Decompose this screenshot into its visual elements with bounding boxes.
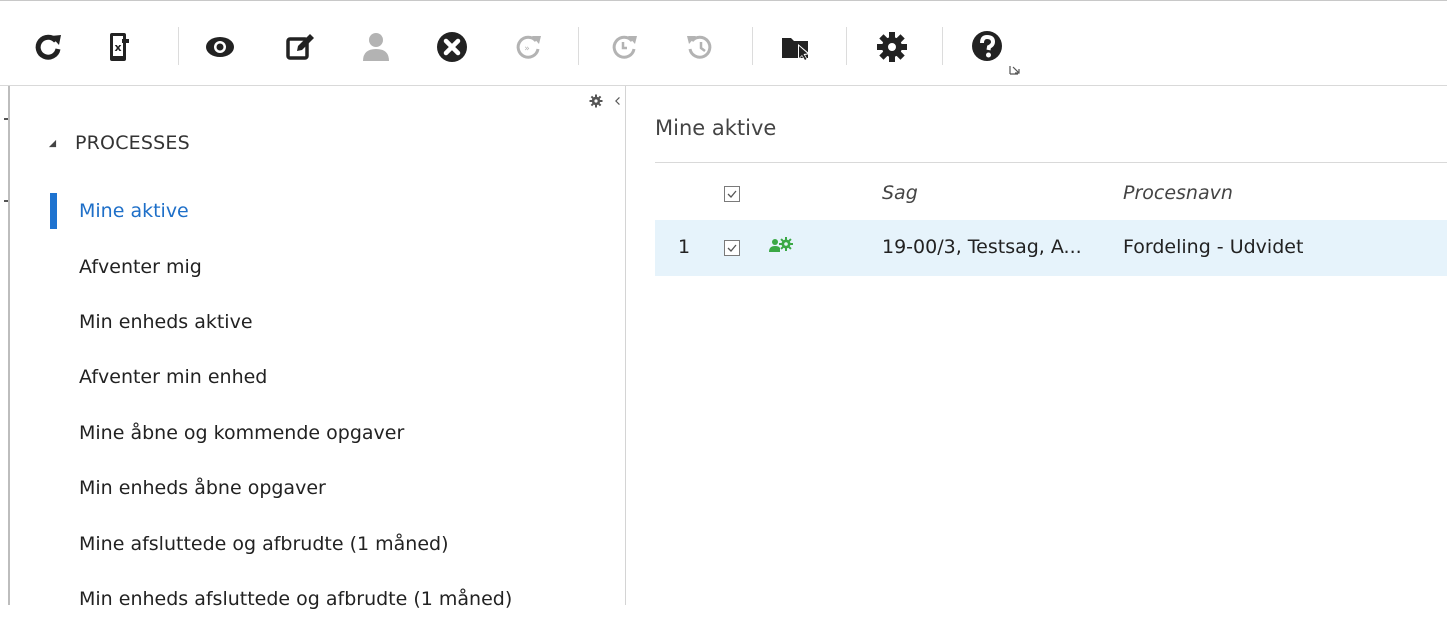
edit-button[interactable] (280, 27, 320, 67)
column-header-procesnavn[interactable]: Procesnavn (1123, 182, 1233, 210)
sidebar-item-label: Mine åbne og kommende opgaver (79, 422, 405, 444)
expand-triangle-icon (48, 139, 57, 147)
cancel-circle-icon (437, 32, 467, 62)
toolbar-separator (846, 27, 847, 65)
sidebar-item-label: Min enheds aktive (79, 311, 253, 333)
toolbar-separator (578, 27, 579, 65)
settings-button[interactable] (872, 27, 912, 67)
main-panel: Mine aktive Sag Procesnavn 1 19-00/3, Te… (626, 86, 1447, 605)
redo-clock-icon (612, 35, 637, 59)
checkmark-icon (727, 190, 737, 198)
toolbar: x » (0, 0, 1447, 86)
sidebar-item-min-enheds-afsluttede[interactable]: Min enheds afsluttede og afbrudte (1 mån… (50, 579, 610, 619)
processes-section-header[interactable]: PROCESSES (48, 132, 190, 154)
history-button[interactable] (680, 27, 720, 67)
row-index: 1 (678, 236, 691, 258)
sidebar-item-mine-afsluttede[interactable]: Mine afsluttede og afbrudte (1 måned) (50, 524, 610, 564)
refresh-button[interactable] (28, 27, 68, 67)
window-frame-tick (4, 200, 8, 202)
sidebar-item-label: Afventer min enhed (79, 366, 268, 388)
sidebar-item-mine-aktive[interactable]: Mine aktive (50, 191, 610, 231)
cell-procesnavn: Fordeling - Udvidet (1123, 236, 1304, 258)
history-icon (687, 35, 712, 59)
divider (655, 162, 1447, 163)
refresh-icon (35, 34, 61, 60)
settings-gear-icon (877, 32, 907, 62)
help-button[interactable] (968, 27, 1008, 67)
sidebar-item-min-enheds-aabne-opgaver[interactable]: Min enheds åbne opgaver (50, 468, 610, 508)
user-button[interactable] (356, 27, 396, 67)
folder-select-icon (782, 38, 810, 62)
svg-text:»: » (524, 44, 530, 54)
resize-corner-icon (1009, 66, 1020, 75)
view-eye-icon (206, 37, 234, 57)
sidebar-item-label: Min enheds afsluttede og afbrudte (1 mån… (79, 588, 513, 610)
toolbar-separator (178, 27, 179, 65)
select-all-checkbox[interactable] (724, 186, 740, 202)
window-frame-tick (4, 118, 8, 120)
toolbar-separator (942, 27, 943, 65)
help-icon (972, 31, 1002, 61)
sidebar-item-label: Mine afsluttede og afbrudte (1 måned) (79, 533, 449, 555)
user-icon (363, 33, 389, 61)
forward-refresh-icon: » (516, 35, 541, 59)
svg-text:x: x (114, 41, 121, 54)
folder-select-button[interactable] (776, 27, 816, 67)
sidebar-item-afventer-mig[interactable]: Afventer mig (50, 247, 610, 287)
toolbar-separator (752, 27, 753, 65)
sidebar-item-label: Mine aktive (79, 200, 189, 222)
cancel-button[interactable] (432, 27, 472, 67)
sidebar-settings-icon[interactable] (589, 94, 603, 108)
edit-icon (286, 34, 314, 60)
page-title: Mine aktive (655, 116, 777, 140)
column-header-sag[interactable]: Sag (882, 182, 918, 210)
sidebar-tools (589, 94, 625, 108)
sidebar-item-mine-aabne-opgaver[interactable]: Mine åbne og kommende opgaver (50, 413, 610, 453)
sidebar-item-min-enheds-aktive[interactable]: Min enheds aktive (50, 302, 610, 342)
cell-sag: 19-00/3, Testsag, A... (882, 236, 1082, 258)
sidebar: PROCESSES Mine aktive Afventer mig Min e… (10, 86, 626, 610)
excel-export-icon: x (110, 33, 129, 61)
forward-button[interactable]: » (508, 27, 548, 67)
collapse-chevron-icon[interactable] (613, 94, 623, 108)
redo-button[interactable] (604, 27, 644, 67)
sidebar-item-afventer-min-enhed[interactable]: Afventer min enhed (50, 357, 610, 397)
active-indicator (50, 193, 57, 229)
table-row[interactable]: 1 19-00/3, Testsag, A... Fordeling - Udv… (655, 220, 1447, 276)
export-excel-button[interactable]: x (98, 27, 138, 67)
row-checkbox[interactable] (724, 240, 740, 256)
section-title: PROCESSES (75, 132, 190, 154)
sidebar-item-label: Min enheds åbne opgaver (79, 477, 326, 499)
view-button[interactable] (200, 27, 240, 67)
process-gear-icon (769, 237, 793, 252)
checkmark-icon (727, 244, 737, 252)
sidebar-item-label: Afventer mig (79, 256, 202, 278)
